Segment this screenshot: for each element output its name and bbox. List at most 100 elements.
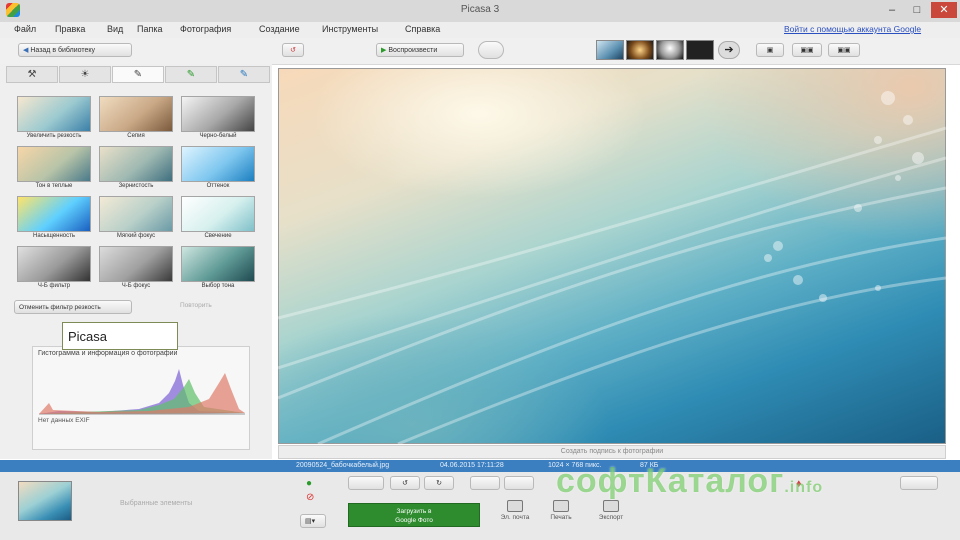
- export-label: Экспорт: [598, 514, 624, 521]
- tray-button-5[interactable]: [504, 476, 534, 490]
- next-arrow-icon[interactable]: ➔: [718, 41, 740, 59]
- menu-view[interactable]: Вид: [107, 24, 123, 34]
- add-to-album-icon[interactable]: ▤▾: [300, 514, 326, 528]
- minimize-button[interactable]: –: [880, 2, 904, 18]
- preview-thumb-2[interactable]: [626, 40, 654, 60]
- tab-tuning[interactable]: ☀: [59, 66, 111, 83]
- view-single-button[interactable]: ▣: [756, 43, 784, 57]
- status-date: 04.06.2015 17:11:28: [440, 462, 504, 469]
- repeat-button[interactable]: Повторить: [180, 302, 212, 309]
- effect-thumb-graduated-tint[interactable]: [181, 246, 255, 282]
- slideshow-button[interactable]: ▶ Воспроизвести: [376, 43, 464, 57]
- effect-label-saturation: Насыщенность: [32, 233, 76, 239]
- menu-file[interactable]: Файл: [14, 24, 36, 34]
- close-button[interactable]: ✕: [931, 2, 957, 18]
- effect-label-black-white: Черно-белый: [199, 133, 237, 139]
- wrench-icon: ⚒: [27, 69, 37, 80]
- folder-icon: [603, 500, 619, 512]
- tab-effects-2[interactable]: ✎: [165, 66, 217, 83]
- upload-to-google-photos-button[interactable]: Загрузить в Google Фото: [348, 503, 480, 527]
- picasa-overlay-label: Picasa: [62, 322, 178, 350]
- histogram-title: Гистограмма и информация о фотографии: [38, 350, 178, 357]
- menu-create[interactable]: Создание: [259, 24, 300, 34]
- brush-green-icon: ✎: [186, 69, 196, 80]
- status-filename: 20090524_бабочкабелый.jpg: [296, 462, 390, 469]
- menu-tools[interactable]: Инструменты: [322, 24, 378, 34]
- exif-label: Нет данных EXIF: [38, 417, 90, 424]
- print-label: Печать: [550, 514, 572, 521]
- effect-thumb-tint[interactable]: [181, 146, 255, 182]
- envelope-icon: [507, 500, 523, 512]
- effect-thumb-glow[interactable]: [181, 196, 255, 232]
- tray-button-4[interactable]: [470, 476, 500, 490]
- photo-light-streaks: [278, 91, 946, 444]
- effect-label-warmify: Тон в теплые: [35, 183, 73, 189]
- effect-thumb-soft-focus[interactable]: [99, 196, 173, 232]
- view-triple-button[interactable]: ▣▣: [828, 43, 860, 57]
- watermark-suffix: .info: [784, 479, 824, 496]
- title-bar: Picasa 3 – □ ✕: [0, 0, 960, 22]
- upload-label-line2: Google Фото: [395, 517, 433, 524]
- toggle-button[interactable]: [478, 41, 504, 59]
- view-double-button[interactable]: ▣▣: [792, 43, 822, 57]
- preview-thumb-4[interactable]: [686, 40, 714, 60]
- sun-icon: ☀: [80, 69, 90, 80]
- effect-thumb-black-white[interactable]: [181, 96, 255, 132]
- tab-effects-3[interactable]: ✎: [218, 66, 270, 83]
- effect-label-film-grain: Зернистость: [118, 183, 154, 189]
- effect-label-tint: Оттенок: [206, 183, 230, 189]
- google-signin-link[interactable]: Войти с помощью аккаунта Google: [784, 24, 921, 34]
- histogram-chart: [39, 369, 245, 415]
- email-label: Эл. почта: [500, 514, 530, 521]
- rotate-icon[interactable]: ↺: [282, 43, 304, 57]
- brush-blue-icon: ✎: [239, 69, 249, 80]
- preview-thumb-1[interactable]: [596, 40, 624, 60]
- tray-button-1[interactable]: [348, 476, 384, 490]
- tray-button-6[interactable]: [900, 476, 938, 490]
- hold-icon[interactable]: ●: [306, 478, 312, 489]
- effect-thumb-sepia[interactable]: [99, 96, 173, 132]
- tray-thumbnail[interactable]: [18, 481, 72, 521]
- histogram-panel: Гистограмма и информация о фотографии Не…: [32, 346, 250, 450]
- toolbar: ◀ Назад в библиотеку ↺ ▶ Воспроизвести ➔…: [0, 38, 960, 65]
- watermark: софтКаталог.info: [556, 462, 823, 501]
- menu-folder[interactable]: Папка: [137, 24, 163, 34]
- rotate-right-icon[interactable]: ↻: [424, 476, 454, 490]
- effect-thumb-film-grain[interactable]: [99, 146, 173, 182]
- tab-effects[interactable]: ✎: [112, 66, 164, 83]
- upload-label-line1: Загрузить в: [396, 508, 432, 515]
- menu-bar: Файл Правка Вид Папка Фотография Создани…: [0, 22, 960, 38]
- effect-thumb-sharpen[interactable]: [17, 96, 91, 132]
- effect-label-sharpen: Увеличить резкость: [26, 133, 82, 139]
- clear-icon[interactable]: ⊘: [306, 492, 314, 503]
- effect-thumb-focal-bw[interactable]: [99, 246, 173, 282]
- brush-icon: ✎: [133, 69, 143, 80]
- rotate-left-icon[interactable]: ↺: [390, 476, 420, 490]
- preview-thumb-3[interactable]: [656, 40, 684, 60]
- effect-label-soft-focus: Мягкий фокус: [116, 233, 156, 239]
- print-button[interactable]: Печать: [542, 500, 580, 521]
- back-to-library-label: Назад в библиотеку: [30, 47, 96, 54]
- printer-icon: [553, 500, 569, 512]
- email-button[interactable]: Эл. почта: [496, 500, 534, 521]
- effect-thumb-saturation[interactable]: [17, 196, 91, 232]
- maximize-button[interactable]: □: [905, 2, 929, 18]
- menu-photo[interactable]: Фотография: [180, 24, 231, 34]
- window-title: Picasa 3: [460, 4, 500, 15]
- menu-help[interactable]: Справка: [405, 24, 440, 34]
- export-button[interactable]: Экспорт: [592, 500, 630, 521]
- effect-label-graduated-tint: Выбор тона: [201, 283, 235, 289]
- tab-basic-fixes[interactable]: ⚒: [6, 66, 58, 83]
- effect-thumb-warmify[interactable]: [17, 146, 91, 182]
- slideshow-label: Воспроизвести: [388, 47, 438, 54]
- effect-thumb-filtered-bw[interactable]: [17, 246, 91, 282]
- effect-label-sepia: Сепия: [127, 133, 145, 139]
- apply-filter-button[interactable]: Отменить фильтр резкость: [14, 300, 132, 314]
- tray-selected-text: Выбранные элементы: [120, 500, 193, 507]
- effect-label-glow: Свечение: [204, 233, 232, 239]
- effect-label-filtered-bw: Ч-Б фильтр: [37, 283, 71, 289]
- effect-label-focal-bw: Ч-Б фокус: [121, 283, 151, 289]
- menu-edit[interactable]: Правка: [55, 24, 85, 34]
- caption-input[interactable]: Создать подпись к фотографии: [278, 445, 946, 459]
- back-to-library-button[interactable]: ◀ Назад в библиотеку: [18, 43, 132, 57]
